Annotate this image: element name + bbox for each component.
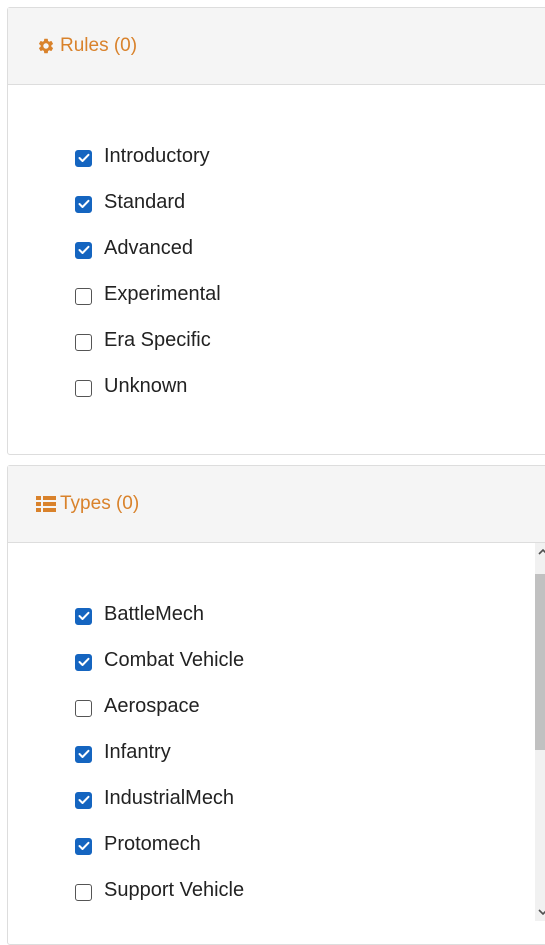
checkbox-label: Combat Vehicle (104, 648, 245, 671)
checkbox-checked[interactable] (75, 653, 92, 671)
checkbox-row[interactable]: Standard (8, 179, 545, 225)
checkbox-row[interactable]: Support Vehicle (8, 867, 545, 913)
rules-panel-body: Introductory Standard Advanced Experimental… (8, 85, 545, 409)
checkmark-icon (78, 199, 89, 208)
scroll-thumb[interactable] (535, 574, 545, 750)
checkbox-row[interactable]: Infantry (8, 729, 545, 775)
checkbox-label: Protomech (104, 832, 201, 855)
checkbox-row[interactable]: Aerospace (8, 683, 545, 729)
rules-checkbox-list: Introductory Standard Advanced Experimental… (8, 133, 545, 409)
checkbox-row[interactable]: Advanced (8, 225, 545, 271)
checkbox-label: BattleMech (104, 602, 205, 625)
checkbox-unchecked[interactable] (75, 883, 92, 901)
list-icon (36, 494, 56, 514)
rules-panel: Rules (0) Introductory Standard Advanced Ex… (7, 7, 545, 455)
checkbox-checked[interactable] (75, 607, 92, 625)
checkbox-row[interactable]: Protomech (8, 821, 545, 867)
rules-panel-heading[interactable]: Rules (0) (8, 8, 545, 85)
checkbox-row[interactable]: Unknown (8, 363, 545, 409)
checkbox-label: Experimental (104, 282, 221, 305)
checkbox-label: Introductory (104, 144, 210, 167)
checkbox-label: Standard (104, 190, 186, 213)
types-panel: Types (0) BattleMech Combat Vehicle Aerosp… (7, 465, 545, 945)
checkmark-icon (78, 749, 89, 758)
checkbox-row[interactable]: Era Specific (8, 317, 545, 363)
types-checkbox-list: BattleMech Combat Vehicle Aerospace Infantr… (8, 591, 545, 913)
checkmark-icon (78, 153, 89, 162)
checkbox-row[interactable]: IndustrialMech (8, 775, 545, 821)
checkbox-label: Aerospace (104, 694, 200, 717)
types-panel-title: Types (0) (60, 493, 140, 514)
gear-icon (36, 36, 56, 56)
checkmark-icon (78, 795, 89, 804)
checkbox-label: Unknown (104, 374, 188, 397)
checkbox-checked[interactable] (75, 149, 92, 167)
scroll-down-arrow-icon[interactable] (535, 903, 545, 921)
types-panel-body: BattleMech Combat Vehicle Aerospace Infantr… (8, 543, 545, 943)
checkmark-icon (78, 245, 89, 254)
checkbox-row[interactable]: Introductory (8, 133, 545, 179)
checkbox-unchecked[interactable] (75, 333, 92, 351)
checkbox-unchecked[interactable] (75, 699, 92, 717)
checkbox-row[interactable]: Combat Vehicle (8, 637, 545, 683)
checkbox-row[interactable]: BattleMech (8, 591, 545, 637)
checkbox-checked[interactable] (75, 791, 92, 809)
checkbox-row[interactable]: Experimental (8, 271, 545, 317)
checkbox-label: IndustrialMech (104, 786, 235, 809)
checkmark-icon (78, 611, 89, 620)
checkbox-unchecked[interactable] (75, 287, 92, 305)
scroll-up-arrow-icon[interactable] (535, 543, 545, 561)
types-panel-heading[interactable]: Types (0) (8, 466, 545, 543)
checkmark-icon (78, 657, 89, 666)
checkbox-checked[interactable] (75, 241, 92, 259)
checkbox-label: Era Specific (104, 328, 211, 351)
types-scrollbar[interactable] (535, 543, 545, 921)
checkbox-unchecked[interactable] (75, 379, 92, 397)
checkbox-label: Infantry (104, 740, 171, 763)
checkmark-icon (78, 841, 89, 850)
checkbox-checked[interactable] (75, 745, 92, 763)
checkbox-checked[interactable] (75, 195, 92, 213)
rules-panel-title: Rules (0) (60, 35, 138, 56)
checkbox-label: Advanced (104, 236, 193, 259)
checkbox-checked[interactable] (75, 837, 92, 855)
checkbox-label: Support Vehicle (104, 878, 245, 901)
